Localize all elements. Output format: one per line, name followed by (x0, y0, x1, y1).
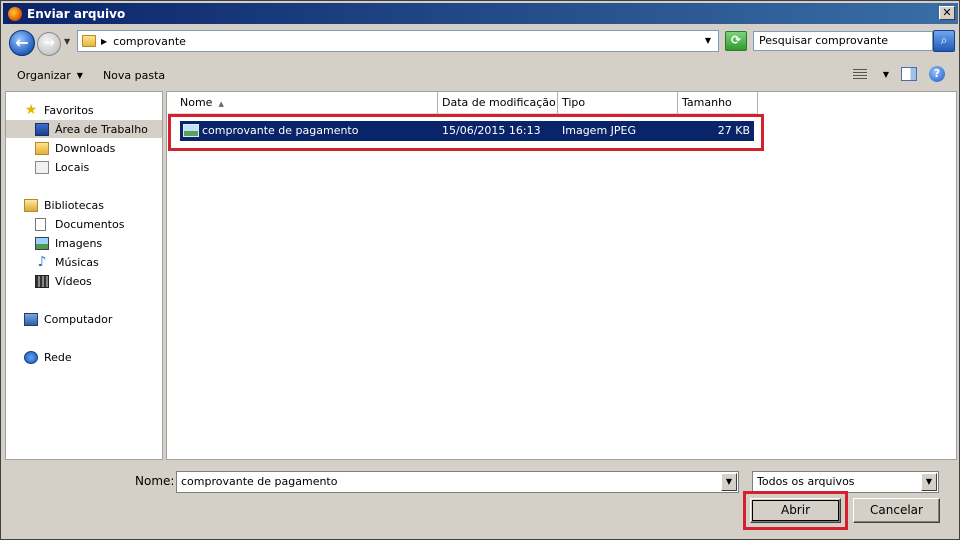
chevron-down-icon: ▼ (76, 70, 83, 80)
view-options-dropdown-icon[interactable]: ▼ (883, 70, 889, 79)
nav-item-label: Downloads (55, 141, 116, 155)
pictures-icon (35, 236, 49, 250)
filename-value: comprovante de pagamento (181, 475, 338, 488)
file-upload-dialog: Enviar arquivo ✕ ← → ▼ ▶ comprovante ▼ ⟳… (0, 0, 960, 540)
nav-item-label: Documentos (55, 217, 125, 231)
column-header-size[interactable]: Tamanho (678, 92, 758, 114)
help-icon[interactable]: ? (929, 66, 945, 82)
firefox-icon (8, 6, 22, 21)
sort-ascending-icon: ▲ (218, 100, 224, 108)
column-header-modified[interactable]: Data de modificação (438, 92, 558, 114)
videos-icon (35, 274, 49, 288)
nav-item-label: Área de Trabalho (55, 122, 148, 136)
address-bar[interactable]: ▶ comprovante ▼ (77, 30, 719, 52)
filename-input[interactable]: comprovante de pagamento ▼ (176, 471, 739, 493)
image-file-icon (183, 124, 199, 137)
nav-computer[interactable]: Computador (24, 310, 112, 328)
nav-libraries[interactable]: Bibliotecas (24, 196, 104, 214)
filename-dropdown-icon[interactable]: ▼ (721, 473, 737, 491)
forward-button[interactable]: → (37, 32, 61, 56)
computer-icon (24, 312, 38, 326)
nav-network[interactable]: Rede (24, 348, 72, 366)
column-header-label: Tamanho (682, 96, 732, 109)
filename-label: Nome: (135, 474, 175, 488)
nav-item-label: Locais (55, 160, 90, 174)
refresh-button[interactable]: ⟳ (725, 31, 747, 51)
column-header-label: Tipo (562, 96, 586, 109)
downloads-folder-icon (35, 141, 49, 155)
back-button[interactable]: ← (9, 30, 35, 56)
close-button[interactable]: ✕ (939, 6, 955, 20)
filter-dropdown-icon[interactable]: ▼ (921, 473, 937, 491)
new-folder-button[interactable]: Nova pasta (103, 69, 165, 82)
file-type: Imagem JPEG (562, 124, 637, 137)
file-modified: 15/06/2015 16:13 (442, 124, 541, 137)
history-dropdown-icon[interactable]: ▼ (64, 37, 70, 46)
nav-item-label: Imagens (55, 236, 103, 250)
nav-libraries-label: Bibliotecas (44, 198, 105, 212)
file-row[interactable]: comprovante de pagamento 15/06/2015 16:1… (180, 121, 754, 141)
nav-network-label: Rede (44, 350, 72, 364)
file-type-filter-value: Todos os arquivos (757, 475, 855, 488)
window-title: Enviar arquivo (27, 6, 126, 21)
nav-favorites[interactable]: ★ Favoritos (24, 101, 94, 119)
address-dropdown-icon[interactable]: ▼ (700, 31, 716, 51)
nav-item-pictures[interactable]: Imagens (35, 234, 102, 252)
nav-item-desktop[interactable]: Área de Trabalho (6, 120, 162, 138)
nav-computer-label: Computador (44, 312, 113, 326)
organize-label: Organizar (17, 68, 71, 82)
column-header-name[interactable]: Nome ▲ (167, 92, 438, 114)
address-row: ← → ▼ ▶ comprovante ▼ ⟳ Pesquisar compro… (1, 28, 959, 58)
recent-places-icon (35, 160, 49, 174)
nav-item-label: Músicas (55, 255, 99, 269)
cancel-button[interactable]: Cancelar (853, 498, 940, 523)
breadcrumb-current[interactable]: comprovante (113, 35, 186, 48)
network-icon (24, 350, 38, 364)
nav-item-label: Vídeos (55, 274, 92, 288)
file-list: Nome ▲ Data de modificação Tipo Tamanho c… (166, 91, 957, 460)
nav-favorites-label: Favoritos (44, 103, 94, 117)
open-button[interactable]: Abrir (750, 498, 841, 523)
search-input[interactable]: Pesquisar comprovante (753, 31, 933, 51)
nav-item-documents[interactable]: Documentos (35, 215, 124, 233)
desktop-icon (35, 122, 49, 136)
navigation-pane: ★ Favoritos Área de Trabalho Downloads L… (5, 91, 163, 460)
nav-item-music[interactable]: ♪ Músicas (35, 253, 99, 271)
folder-icon (82, 35, 96, 47)
libraries-icon (24, 198, 38, 212)
nav-item-videos[interactable]: Vídeos (35, 272, 92, 290)
documents-icon (35, 217, 46, 231)
column-header-type[interactable]: Tipo (558, 92, 678, 114)
file-type-filter[interactable]: Todos os arquivos ▼ (752, 471, 939, 493)
nav-item-places[interactable]: Locais (35, 158, 89, 176)
search-button[interactable]: ⌕ (933, 30, 955, 52)
file-size: 27 KB (717, 124, 750, 137)
column-header-label: Nome (180, 96, 213, 109)
file-name: comprovante de pagamento (202, 124, 359, 137)
toolbar: Organizar ▼ Nova pasta ▼ ? (4, 62, 957, 88)
music-icon: ♪ (37, 253, 47, 270)
new-folder-label: Nova pasta (102, 68, 166, 82)
nav-item-downloads[interactable]: Downloads (35, 139, 115, 157)
change-view-icon[interactable] (852, 67, 869, 81)
star-icon: ★ (24, 101, 38, 118)
organize-button[interactable]: Organizar ▼ (17, 69, 83, 82)
breadcrumb-chevron-icon[interactable]: ▶ (101, 37, 107, 46)
column-header-label: Data de modificação (442, 96, 556, 109)
title-bar: Enviar arquivo ✕ (3, 3, 958, 24)
preview-pane-icon[interactable] (901, 67, 917, 81)
